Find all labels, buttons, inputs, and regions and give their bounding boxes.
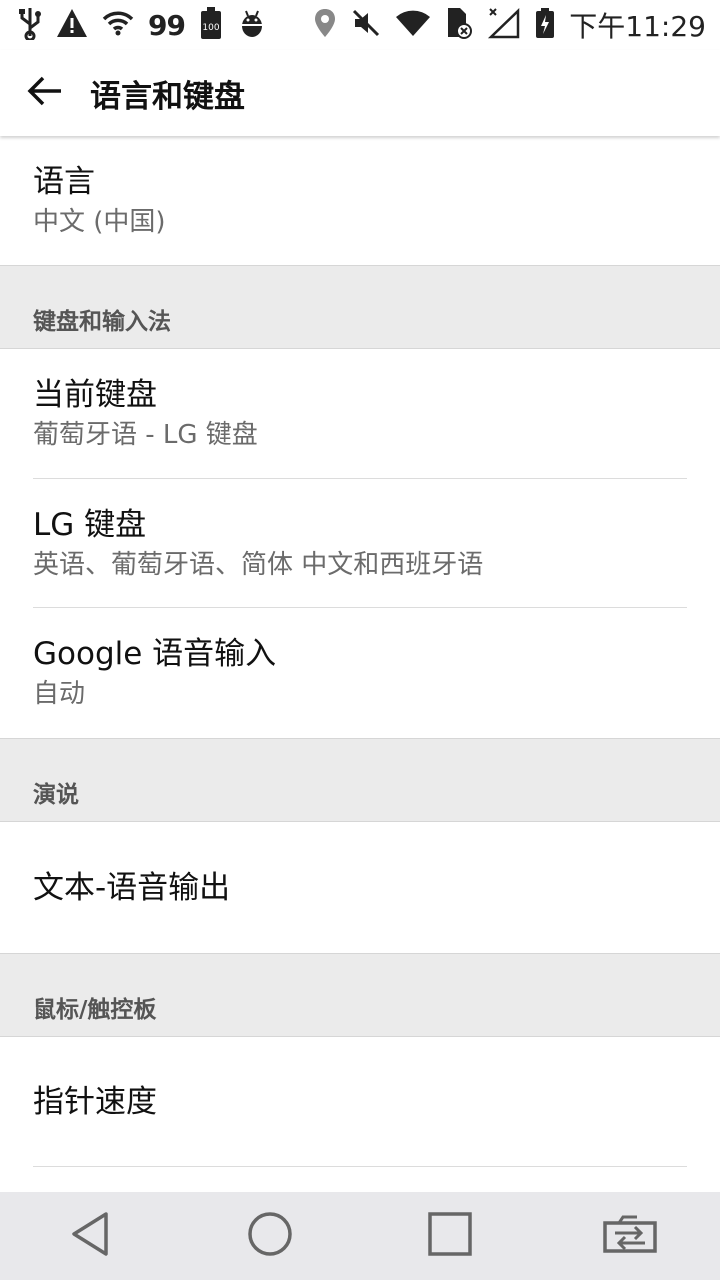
status-time: 下午11:29 [569,10,706,43]
setting-language[interactable]: 语言 中文 (中国) [0,136,720,265]
setting-title: Google 语音输入 [33,636,277,672]
page-title: 语言和键盘 [90,78,245,115]
location-icon [313,8,337,42]
section-title: 键盘和输入法 [33,309,171,335]
setting-text-to-speech[interactable]: 文本-语音输出 [0,822,720,953]
cell-signal-icon [487,7,521,43]
sim-error-icon [445,7,473,43]
setting-pointer-speed[interactable]: 指针速度 [0,1037,720,1167]
arrow-back-icon [27,75,63,111]
section-header-keyboard: 键盘和输入法 [0,265,720,349]
setting-subtitle: 中文 (中国) [33,206,166,237]
back-triangle-icon [68,1210,112,1262]
setting-subtitle: 葡萄牙语 - LG 键盘 [33,420,258,450]
section-title: 演说 [33,782,79,808]
notification-count: 99 [148,8,186,42]
wifi-icon [102,10,134,40]
setting-title: 指针速度 [33,1084,157,1120]
nav-home-button[interactable] [230,1196,310,1276]
setting-title: 当前键盘 [33,377,157,413]
app-bar: 语言和键盘 [0,50,720,136]
android-debug-icon [237,8,267,42]
status-bar: 99 100 下午11:29 [0,0,720,50]
recents-square-icon [426,1210,474,1262]
back-button[interactable] [14,62,76,124]
setting-title: 语言 [33,163,95,200]
battery-full-icon: 100 [199,6,223,44]
svg-text:100: 100 [202,23,219,33]
section-title: 鼠标/触控板 [33,997,157,1023]
setting-title: 文本-语音输出 [33,869,231,906]
setting-subtitle: 自动 [33,679,86,709]
navigation-bar [0,1192,720,1280]
settings-list[interactable]: 语言 中文 (中国) 键盘和输入法 当前键盘 葡萄牙语 - LG 键盘 LG 键… [0,136,720,1192]
divider [33,1166,687,1167]
home-circle-icon [246,1210,294,1262]
section-header-mouse: 鼠标/触控板 [0,953,720,1037]
status-bar-right: 下午11:29 [313,5,706,45]
setting-current-keyboard[interactable]: 当前键盘 葡萄牙语 - LG 键盘 [0,349,720,479]
usb-icon [18,6,42,44]
switch-sim-icon [601,1213,659,1259]
setting-google-voice-input[interactable]: Google 语音输入 自动 [0,608,720,738]
section-header-speech: 演说 [0,738,720,822]
setting-lg-keyboard[interactable]: LG 键盘 英语、葡萄牙语、简体 中文和西班牙语 [0,479,720,608]
mute-icon [351,8,381,42]
nav-recents-button[interactable] [410,1196,490,1276]
battery-charging-icon [535,7,555,43]
warning-icon [56,8,88,42]
status-bar-left: 99 100 [18,6,267,44]
wifi-signal-icon [395,9,431,41]
nav-back-button[interactable] [50,1196,130,1276]
setting-subtitle: 英语、葡萄牙语、简体 中文和西班牙语 [33,549,484,580]
nav-switch-sim-button[interactable] [590,1196,670,1276]
setting-title: LG 键盘 [33,506,147,543]
